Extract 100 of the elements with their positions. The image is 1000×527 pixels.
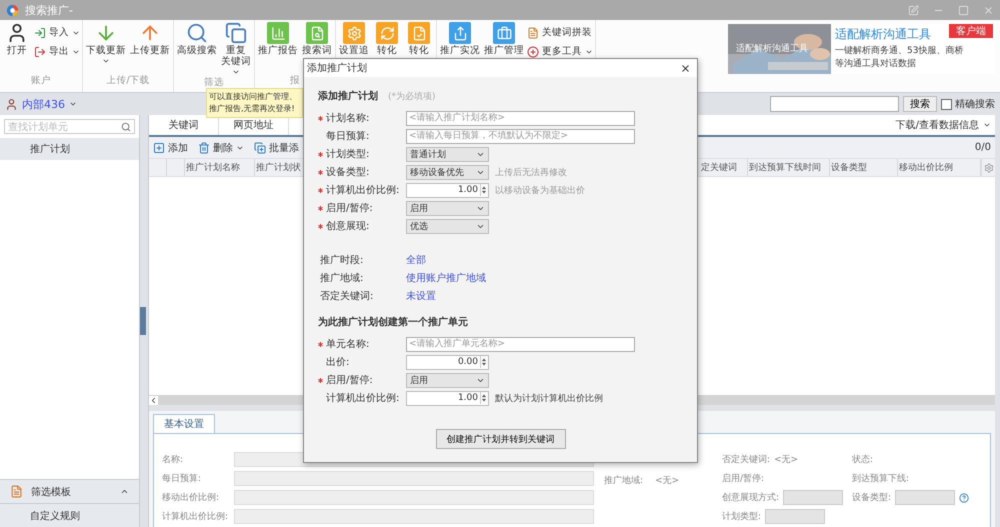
caret-icon <box>983 121 991 129</box>
setting-link[interactable]: 未设置 <box>406 289 683 303</box>
number-value: 1.00 <box>458 393 478 403</box>
ribbon-button[interactable]: 推广实况 <box>439 22 481 86</box>
ribbon-button[interactable]: 关键词拼装 <box>527 26 593 39</box>
spinner-arrows-icon[interactable] <box>480 392 487 404</box>
ad-description: 一键解析商务通、53快服、商桥等沟通工具对话数据 <box>835 45 964 72</box>
ribbon-button[interactable]: 打开 <box>2 22 32 74</box>
field-label: 名称: <box>162 454 184 466</box>
field-label: 创意展现: <box>326 220 370 233</box>
dropdown-value: 移动设备优先 <box>410 166 464 178</box>
caret-icon <box>69 100 77 108</box>
number-value: 0.00 <box>458 357 478 367</box>
account-name[interactable]: 内部436 <box>22 96 65 112</box>
number-field[interactable]: 1.00 <box>406 390 489 406</box>
field-label: 计算机出价比例: <box>326 392 400 405</box>
collapse-handle[interactable] <box>140 307 146 335</box>
dropdown[interactable]: 启用 <box>406 372 489 388</box>
number-field[interactable]: 1.00 <box>406 182 489 198</box>
close-icon[interactable] <box>680 62 691 74</box>
ribbon-button[interactable]: 高级搜索 <box>176 22 218 76</box>
text-field[interactable]: <请输入每日预算，不填默认为不限定> <box>406 128 635 144</box>
ribbon-icon <box>270 26 286 40</box>
text-field[interactable]: <请输入推广计划名称> <box>406 110 635 126</box>
tooltip-text: 可以直接访问推广管理、 <box>209 91 298 103</box>
ribbon-button[interactable]: 转化 <box>404 22 434 86</box>
field-label: 启用/暂停: <box>326 202 374 215</box>
group-label: 账户 <box>30 74 52 86</box>
plus-circle-icon <box>527 46 539 58</box>
field-label: 每日预算: <box>162 472 202 485</box>
checkbox[interactable] <box>941 98 952 110</box>
field-label: 设备类型: <box>326 166 370 179</box>
scroll-left-icon[interactable] <box>149 396 158 404</box>
ribbon-button[interactable]: 导出 <box>34 45 80 58</box>
ribbon-button[interactable]: 重复 关键词 <box>220 22 252 76</box>
copy-plus-icon <box>254 142 266 154</box>
dropdown[interactable] <box>765 509 826 524</box>
create-button[interactable]: 创建推广计划并转到关键词 <box>436 429 566 449</box>
edit-icon[interactable] <box>908 4 919 16</box>
collapse-icon[interactable] <box>120 487 129 496</box>
tab[interactable]: 关键词 <box>149 118 219 135</box>
tab[interactable]: 网页地址 <box>219 118 289 135</box>
data-menu[interactable]: 下载/查看数据信息 <box>896 118 979 132</box>
column-header[interactable]: 到达预算下线时间 <box>748 159 830 176</box>
field-label: 设备类型: <box>852 492 892 504</box>
import-icon <box>34 26 46 38</box>
number-field[interactable]: 0.00 <box>406 354 489 370</box>
text-field[interactable]: <请输入推广单元名称> <box>406 336 635 352</box>
spinner-arrows-icon[interactable] <box>480 356 487 368</box>
settings-icon[interactable] <box>984 162 994 172</box>
dialog-title: 添加推广计划 <box>307 62 367 75</box>
ribbon-button[interactable]: 推广报告 <box>257 22 299 74</box>
ribbon-button[interactable]: 转化 <box>372 22 402 86</box>
maximize-icon[interactable] <box>958 4 969 16</box>
ribbon-icon <box>380 26 394 40</box>
spinner-arrows-icon[interactable] <box>480 184 487 196</box>
dropdown[interactable]: 普通计划 <box>406 146 489 162</box>
ribbon-icon <box>452 26 468 40</box>
panel-title[interactable]: 筛选模板 <box>31 484 71 498</box>
column-header[interactable]: 设备类型 <box>830 159 898 176</box>
user-icon <box>5 98 18 110</box>
ribbon-button[interactable]: 导入 <box>34 26 80 39</box>
tooltip-text: 推广报告,无需再次登录! <box>209 103 296 115</box>
ribbon-button[interactable]: 上传更新 <box>129 22 171 74</box>
dropdown[interactable]: 优选 <box>406 218 489 234</box>
ribbon-button[interactable]: 下载更新 <box>85 22 127 74</box>
dropdown[interactable] <box>783 490 844 505</box>
toolbar-button[interactable]: 删除 <box>198 140 244 154</box>
sidebar-item[interactable]: 自定义规则 <box>0 503 139 527</box>
field-label: 否定关键词: <box>722 454 770 466</box>
column-header[interactable]: 定关键词 <box>700 159 748 176</box>
field-label: 移动出价比例: <box>162 492 220 504</box>
field-label: 状态: <box>852 454 874 466</box>
field-label: 启用/暂停: <box>722 472 764 485</box>
group-label: 报 <box>289 74 301 86</box>
number-value: 1.00 <box>458 185 478 195</box>
ribbon-button[interactable]: 推广管理 <box>483 22 525 86</box>
column-header[interactable]: 移动出价比例 <box>898 159 981 176</box>
dropdown[interactable]: 移动设备优先 <box>406 164 489 180</box>
ribbon-button[interactable]: 更多工具 <box>527 45 593 58</box>
tab[interactable]: 基本设置 <box>153 414 215 433</box>
sidebar-item[interactable]: 推广计划 <box>0 138 139 160</box>
setting-link[interactable]: 全部 <box>406 253 683 267</box>
toolbar-button[interactable]: 批量添 <box>254 140 299 154</box>
search-button[interactable]: 搜索 <box>903 96 937 112</box>
ribbon-icon <box>225 22 247 44</box>
field-label: 推广地域: <box>604 474 644 487</box>
ribbon-icon <box>186 22 208 44</box>
field-label: 启用/暂停: <box>326 374 374 387</box>
toolbar-button[interactable]: 添加 <box>153 140 188 154</box>
dropdown[interactable]: 启用 <box>406 200 489 216</box>
setting-link[interactable]: 使用账户推广地域 <box>406 271 683 285</box>
field-hint: 上传后无法再修改 <box>495 166 568 178</box>
search-icon[interactable] <box>121 122 131 132</box>
help-icon[interactable] <box>959 492 970 502</box>
ad-title[interactable]: 适配解析沟通工具 <box>835 27 931 41</box>
field-label: 否定关键词: <box>320 290 374 303</box>
column-header[interactable]: 推广计划名称 <box>185 159 255 176</box>
field-label: 计划类型: <box>326 148 370 161</box>
search-field[interactable] <box>770 96 899 112</box>
